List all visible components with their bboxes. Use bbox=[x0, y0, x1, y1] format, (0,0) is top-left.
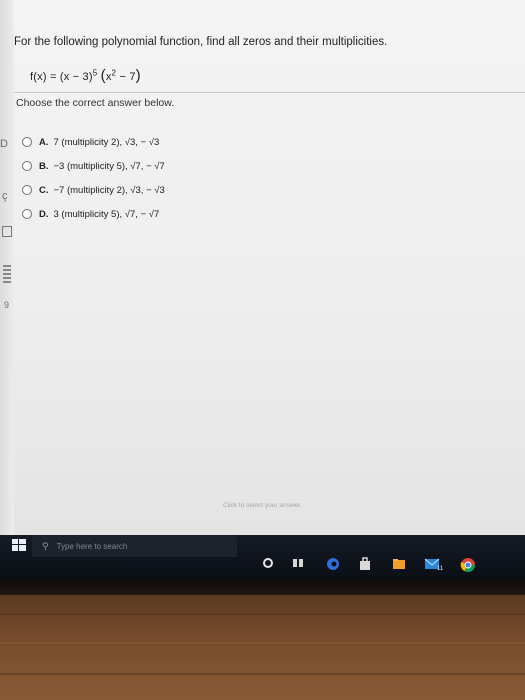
task-view-icon[interactable] bbox=[292, 557, 304, 569]
desk-surface bbox=[0, 595, 525, 700]
desk-grain bbox=[0, 673, 525, 675]
radio-button-icon[interactable] bbox=[22, 185, 32, 195]
edge-mark-a: D bbox=[0, 138, 8, 150]
question-text: For the following polynomial function, f… bbox=[14, 36, 388, 48]
divider bbox=[14, 92, 525, 93]
edge-box-icon bbox=[2, 226, 12, 237]
search-icon: ⚲ bbox=[42, 540, 49, 551]
formula-lhs: f(x) = bbox=[30, 71, 60, 83]
mail-badge: 11 bbox=[437, 566, 444, 572]
desk-grain bbox=[0, 642, 525, 644]
edge-mark-c: 9 bbox=[4, 300, 10, 310]
screen: D ç 9 For the following polynomial funct… bbox=[0, 0, 525, 535]
windows-logo-icon[interactable] bbox=[12, 539, 26, 551]
instruction-text: Choose the correct answer below. bbox=[16, 97, 175, 109]
cortana-icon[interactable] bbox=[262, 557, 274, 569]
radio-button-icon[interactable] bbox=[22, 161, 32, 171]
radio-button-icon[interactable] bbox=[22, 209, 32, 219]
option-letter: C. bbox=[39, 184, 49, 196]
store-icon[interactable] bbox=[358, 557, 372, 571]
option-text: 7 (multiplicity 2), √3, − √3 bbox=[53, 136, 160, 148]
option-text: −3 (multiplicity 5), √7, − √7 bbox=[53, 160, 165, 172]
option-text: −7 (multiplicity 2), √3, − √3 bbox=[53, 184, 165, 196]
answer-options: A. 7 (multiplicity 2), √3, − √3 B. −3 (m… bbox=[22, 130, 165, 226]
chrome-icon[interactable] bbox=[460, 557, 476, 573]
option-c[interactable]: C. −7 (multiplicity 2), √3, − √3 bbox=[22, 178, 165, 202]
taskbar: ⚲ Type here to search 11 bbox=[0, 535, 525, 577]
option-b[interactable]: B. −3 (multiplicity 5), √7, − √7 bbox=[22, 154, 165, 178]
option-letter: D. bbox=[39, 208, 49, 220]
formula-paren-close: ) bbox=[135, 67, 141, 84]
search-placeholder: Type here to search bbox=[56, 541, 128, 551]
formula-factor2-rest: − 7 bbox=[116, 71, 136, 83]
select-answer-hint: Click to select your answer. bbox=[223, 502, 302, 509]
option-text: 3 (multiplicity 5), √7, − √7 bbox=[53, 208, 160, 220]
polynomial-formula: f(x) = (x − 3)5 (x2 − 7) bbox=[30, 67, 141, 84]
option-d[interactable]: D. 3 (multiplicity 5), √7, − √7 bbox=[22, 202, 165, 226]
formula-factor1-exponent: 5 bbox=[92, 68, 98, 78]
edge-lines-icon bbox=[3, 265, 11, 285]
edge-browser-icon[interactable] bbox=[326, 557, 340, 571]
option-a[interactable]: A. 7 (multiplicity 2), √3, − √3 bbox=[22, 130, 165, 154]
edge-mark-b: ç bbox=[2, 190, 8, 202]
formula-factor1: (x − 3) bbox=[59, 71, 93, 83]
left-edge-strip: D ç 9 bbox=[0, 0, 14, 535]
desk-grain bbox=[0, 613, 525, 615]
option-letter: B. bbox=[39, 160, 49, 172]
monitor-bezel bbox=[0, 577, 525, 595]
file-explorer-icon[interactable] bbox=[392, 557, 406, 571]
taskbar-search-box[interactable]: ⚲ Type here to search bbox=[32, 535, 237, 557]
option-letter: A. bbox=[39, 136, 49, 148]
radio-button-icon[interactable] bbox=[22, 137, 32, 147]
